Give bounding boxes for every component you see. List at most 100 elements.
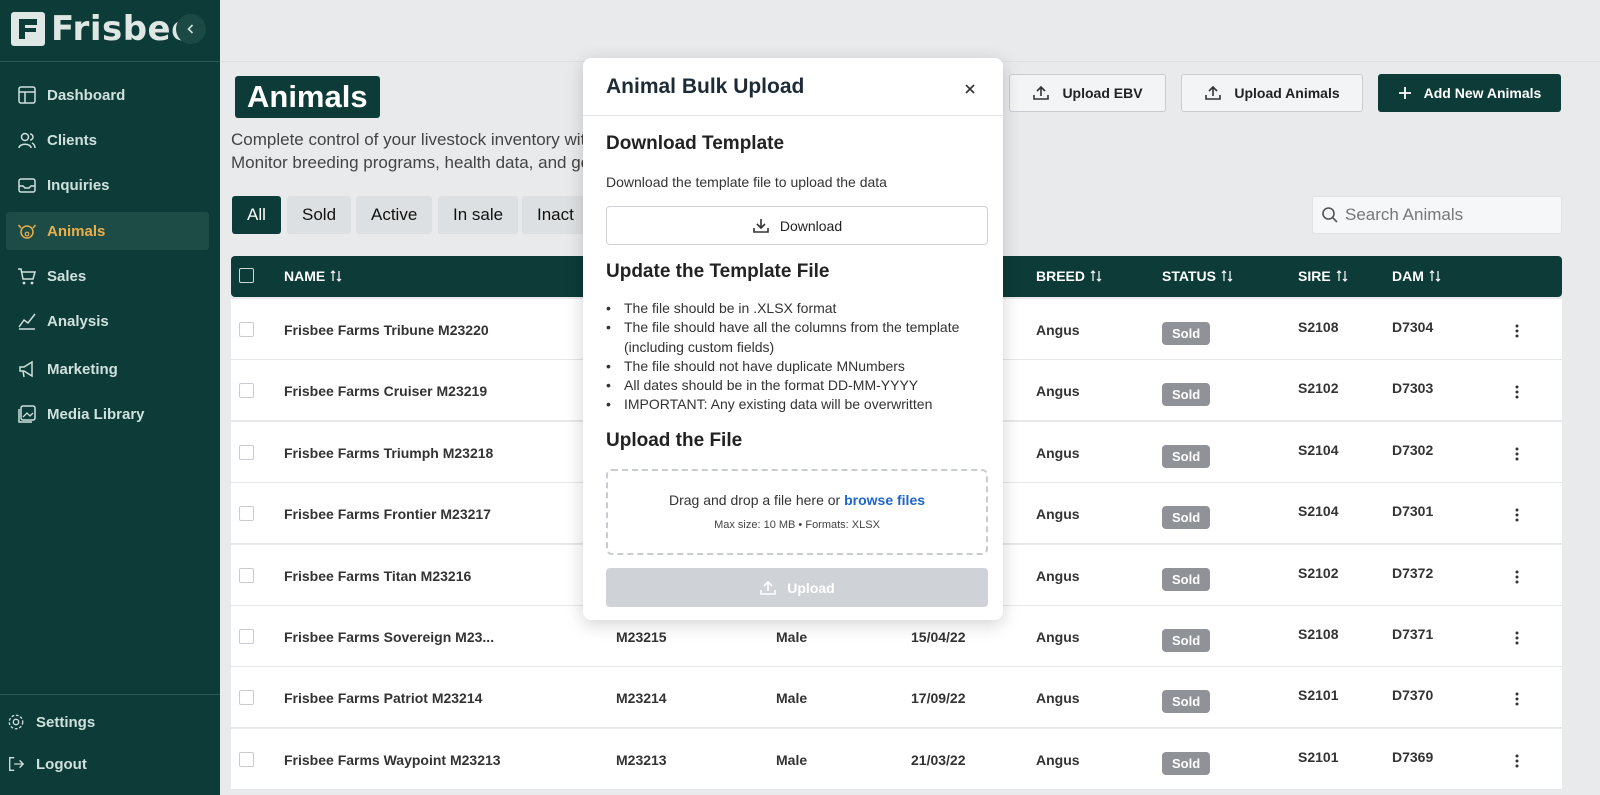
cell-sex: Male <box>776 751 808 768</box>
browse-files-link[interactable]: browse files <box>844 492 925 508</box>
upload-icon <box>760 580 777 595</box>
download-heading: Download Template <box>606 133 785 154</box>
row-menu-button[interactable] <box>1513 384 1521 400</box>
cell-name: Frisbee Farms Cruiser M23219 <box>284 383 488 400</box>
row-menu-button[interactable] <box>1513 507 1521 523</box>
column-label: NAME <box>284 268 326 284</box>
filter-tab-active[interactable]: Active <box>356 196 433 234</box>
add-new-animals-button[interactable]: Add New Animals <box>1378 74 1561 112</box>
cell-dam: D7372 <box>1392 564 1434 581</box>
settings-link[interactable]: Settings <box>0 710 95 734</box>
file-dropzone[interactable]: Drag and drop a file here or browse file… <box>606 469 988 555</box>
sidebar-item-label: Animals <box>47 222 106 240</box>
table-row[interactable]: Frisbee Farms Waypoint M23213 M23213 Male 2… <box>231 728 1562 790</box>
chart-icon <box>16 310 38 332</box>
cell-breed: Angus <box>1036 506 1080 523</box>
gear-icon <box>6 712 26 732</box>
page-title: Animals <box>235 76 380 118</box>
sidebar-item-dashboard[interactable]: Dashboard <box>6 76 209 114</box>
row-menu-button[interactable] <box>1513 446 1521 462</box>
sidebar-item-animals[interactable]: Animals <box>6 212 209 250</box>
sort-icon <box>1221 270 1233 282</box>
upload-icon <box>1205 85 1222 100</box>
cell-breed: Angus <box>1036 444 1080 461</box>
filter-tab-sold[interactable]: Sold <box>287 196 352 234</box>
upload-animals-label: Upload Animals <box>1234 85 1340 101</box>
cell-dam: D7304 <box>1392 319 1434 335</box>
row-checkbox[interactable] <box>239 567 254 583</box>
logo[interactable]: Frisbee <box>11 12 195 46</box>
column-header-sire[interactable]: SIRE <box>1298 268 1348 284</box>
sidebar-item-inquiries[interactable]: Inquiries <box>6 166 209 204</box>
cell-name: Frisbee Farms Patriot M23214 <box>284 690 483 707</box>
column-header-breed[interactable]: BREED <box>1036 268 1102 284</box>
sort-icon <box>1090 270 1102 282</box>
logout-link[interactable]: Logout <box>0 752 87 776</box>
row-menu-button[interactable] <box>1513 323 1521 339</box>
cell-breed: Angus <box>1036 629 1080 645</box>
sidebar-item-label: Inquiries <box>47 176 110 194</box>
cell-sire: S2101 <box>1298 748 1339 765</box>
row-checkbox[interactable] <box>239 751 254 767</box>
cell-sex: Male <box>776 629 808 645</box>
drop-instructions: Drag and drop a file here or <box>668 492 841 508</box>
status-badge: Sold <box>1162 629 1211 652</box>
row-menu-button[interactable] <box>1513 569 1521 585</box>
upload-animals-button[interactable]: Upload Animals <box>1181 74 1363 112</box>
row-menu-button[interactable] <box>1513 691 1521 707</box>
cell-name: Frisbee Farms Triumph M23218 <box>284 444 494 461</box>
row-menu-button[interactable] <box>1513 630 1521 646</box>
cell-tag: M23214 <box>616 690 667 707</box>
row-checkbox[interactable] <box>239 629 254 644</box>
column-header-status[interactable]: STATUS <box>1162 268 1233 284</box>
upload-icon <box>1033 85 1050 100</box>
cell-dam: D7371 <box>1392 626 1434 642</box>
cell-dam: D7370 <box>1392 687 1434 704</box>
filter-tab-in-sale[interactable]: In sale <box>438 196 519 234</box>
cell-dam: D7303 <box>1392 380 1434 397</box>
collapse-sidebar-button[interactable] <box>176 14 206 44</box>
close-button[interactable] <box>961 80 979 98</box>
cell-name: Frisbee Farms Tribune M23220 <box>284 322 489 338</box>
cell-breed: Angus <box>1036 690 1080 707</box>
inbox-icon <box>16 174 38 196</box>
row-menu-button[interactable] <box>1513 753 1521 769</box>
cart-icon <box>16 265 38 287</box>
add-new-animals-label: Add New Animals <box>1423 85 1542 101</box>
logo-bar: Frisbee <box>0 0 220 62</box>
sidebar-item-media-library[interactable]: Media Library <box>6 395 209 433</box>
row-checkbox[interactable] <box>239 506 254 522</box>
select-all-checkbox[interactable] <box>239 268 254 283</box>
row-checkbox[interactable] <box>239 444 254 460</box>
rule-item: • The file should not have duplicate MNum… <box>606 357 905 374</box>
search-field[interactable]: Search Animals <box>1312 196 1562 234</box>
sidebar-divider <box>0 694 220 695</box>
more-vertical-icon <box>1515 447 1519 461</box>
table-row[interactable]: Frisbee Farms Patriot M23214 M23214 Male 17… <box>231 667 1562 729</box>
modal-title: Animal Bulk Upload <box>606 75 805 98</box>
row-checkbox[interactable] <box>239 322 254 337</box>
rule-item: • The file should be in .XLSX format <box>606 300 837 316</box>
row-checkbox[interactable] <box>239 690 254 706</box>
filter-tab-all[interactable]: All <box>232 196 281 234</box>
upload-ebv-button[interactable]: Upload EBV <box>1009 74 1166 112</box>
download-template-button[interactable]: Download <box>606 206 988 245</box>
sidebar-item-clients[interactable]: Clients <box>6 121 209 159</box>
cell-tag: M23213 <box>616 751 667 768</box>
logo-text: Frisbee <box>51 9 195 49</box>
filter-tab-inactive[interactable]: Inact <box>522 196 589 234</box>
cell-name: Frisbee Farms Titan M23216 <box>284 567 472 584</box>
animal-icon <box>16 220 38 242</box>
upload-button[interactable]: Upload <box>606 568 988 607</box>
column-header-name[interactable]: NAME <box>284 268 342 284</box>
sidebar-item-sales[interactable]: Sales <box>6 257 209 295</box>
column-header-dam[interactable]: DAM <box>1392 268 1441 284</box>
more-vertical-icon <box>1515 570 1519 584</box>
top-bar <box>220 0 1600 62</box>
sidebar: Frisbee Dashboard Clients Inquiries Anim… <box>0 0 220 795</box>
sidebar-item-analysis[interactable]: Analysis <box>6 302 209 340</box>
sidebar-item-marketing[interactable]: Marketing <box>6 350 209 388</box>
close-icon <box>965 84 975 94</box>
status-badge: Sold <box>1162 506 1211 530</box>
row-checkbox[interactable] <box>239 383 254 399</box>
